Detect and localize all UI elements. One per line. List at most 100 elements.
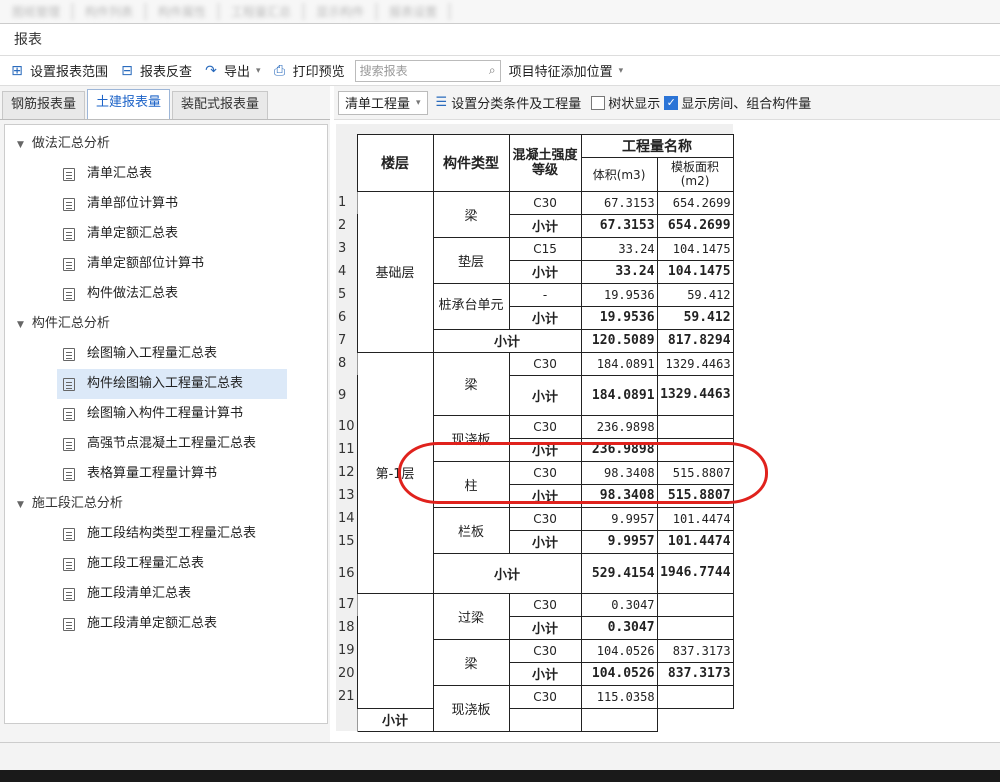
row-number: 4 (336, 260, 358, 283)
top-strip-item[interactable]: 显示构件 (304, 3, 378, 20)
tree-group[interactable]: ▼ 做法汇总分析 (5, 129, 327, 159)
grade-cell: 小计 (356, 707, 434, 732)
top-strip-item[interactable]: 工程量汇总 (219, 3, 305, 20)
header-formwork[interactable]: 模板面积(m2) (656, 156, 734, 192)
tree-display-checkbox[interactable]: 树状显示 (591, 93, 660, 112)
export-button[interactable]: ↷ 导出 ▾ (202, 61, 261, 81)
table-search-icon: ⊟ (121, 62, 133, 79)
table-row[interactable]: 1 基础层 梁 C30 67.3153 654.2699 (336, 190, 734, 353)
top-strip-item[interactable]: 构件列表 (73, 3, 147, 20)
tree-group-label: 施工段汇总分析 (31, 496, 123, 511)
tree-group[interactable]: ▼ 施工段汇总分析 (5, 489, 327, 519)
header-volume[interactable]: 体积(m3) (580, 156, 658, 192)
show-rooms-label: 显示房间、组合构件量 (681, 97, 812, 112)
row-number: 5 (336, 283, 358, 306)
grade-cell: C30 (508, 190, 582, 215)
row-number (336, 708, 358, 731)
table-row[interactable]: 17 过梁 C30 0.3047 (336, 592, 734, 709)
top-strip-item[interactable]: 构件属性 (146, 3, 220, 20)
chevron-down-icon: ▾ (416, 97, 421, 108)
header-type[interactable]: 构件类型 (432, 133, 510, 192)
tree-item[interactable]: 施工段工程量汇总表 (5, 549, 327, 579)
tree-item[interactable]: 施工段清单定额汇总表 (5, 609, 327, 639)
tab-prefab[interactable]: 装配式报表量 (172, 91, 269, 119)
tree-item-label: 施工段清单汇总表 (87, 586, 192, 601)
volume-cell: 98.3408 (580, 460, 658, 485)
checkbox-unchecked[interactable] (591, 95, 606, 110)
document-icon (63, 557, 75, 571)
grade-cell: - (508, 282, 582, 307)
report-grid: 楼层 构件类型 混凝土强度等级 工程量名称 体积(m3) 模板面积(m2) 1 … (336, 124, 1000, 742)
header-grade[interactable]: 混凝土强度等级 (508, 133, 582, 192)
header-floor[interactable]: 楼层 (356, 133, 434, 192)
reverse-lookup-button[interactable]: ⊟ 报表反查 (118, 61, 192, 81)
grade-cell: C30 (508, 684, 582, 709)
formwork-cell (656, 615, 734, 640)
document-icon (63, 587, 75, 601)
collapse-arrow-icon[interactable]: ▼ (17, 140, 24, 150)
row-number: 15 (336, 530, 358, 553)
table-row[interactable]: 8 第-1层 梁 C30 184.0891 1329.4463 (336, 351, 734, 594)
document-icon (63, 347, 75, 361)
tree-item[interactable]: 构件做法汇总表 (5, 279, 327, 309)
formwork-cell: 654.2699 (656, 213, 734, 238)
header-qty-name[interactable]: 工程量名称 (580, 133, 734, 158)
document-icon (63, 437, 75, 451)
feature-position-dropdown[interactable]: 项目特征添加位置 ▾ (509, 61, 624, 80)
volume-cell: 104.0526 (580, 661, 658, 686)
tree-group[interactable]: ▼ 构件汇总分析 (5, 309, 327, 339)
tab-rebar[interactable]: 钢筋报表量 (2, 91, 86, 119)
volume-cell: 19.9536 (580, 282, 658, 307)
quantity-type-dropdown[interactable]: 清单工程量 ▾ (338, 90, 428, 115)
tree-item[interactable]: 清单定额部位计算书 (5, 249, 327, 279)
set-conditions-button[interactable]: ☰ 设置分类条件及工程量 (436, 93, 582, 112)
formwork-cell: 515.8807 (656, 460, 734, 485)
row-number: 11 (336, 438, 358, 461)
chevron-down-icon: ▾ (618, 65, 624, 76)
grade-cell: 小计 (508, 374, 582, 416)
row-number: 18 (336, 616, 358, 639)
checkbox-checked-icon[interactable]: ✓ (664, 95, 679, 110)
grade-cell: 小计 (508, 661, 582, 686)
report-list-pane: 钢筋报表量 土建报表量 装配式报表量 ▼ 做法汇总分析 清单汇总表 清单部位计算书… (0, 86, 330, 742)
collapse-arrow-icon[interactable]: ▼ (17, 500, 24, 510)
tree-item[interactable]: 清单汇总表 (5, 159, 327, 189)
formwork-cell: 817.8294 (656, 328, 734, 353)
row-number: 7 (336, 329, 358, 352)
tree-item[interactable]: 施工段结构类型工程量汇总表 (5, 519, 327, 549)
top-strip-item[interactable]: 图纸管理 (0, 3, 74, 20)
set-conditions-label: 设置分类条件及工程量 (451, 97, 582, 112)
show-rooms-checkbox[interactable]: ✓ 显示房间、组合构件量 (664, 93, 811, 112)
formwork-cell: 1329.4463 (656, 374, 734, 416)
tree-item[interactable]: 施工段清单汇总表 (5, 579, 327, 609)
floor-subtotal-label: 小计 (432, 552, 582, 594)
tree-item-selected[interactable]: 构件绘图输入工程量汇总表 (57, 369, 287, 399)
print-preview-button[interactable]: ⎙ 打印预览 (271, 61, 345, 81)
status-bar (0, 742, 1000, 770)
formwork-cell: 1946.7744 (656, 552, 734, 594)
tree-item[interactable]: 绘图输入构件工程量计算书 (5, 399, 327, 429)
tab-civil[interactable]: 土建报表量 (87, 89, 171, 119)
chevron-down-icon[interactable]: ▾ (256, 66, 261, 76)
search-input[interactable]: 搜索报表 ⌕ (354, 59, 501, 82)
set-range-button[interactable]: ⊞ 设置报表范围 (8, 61, 108, 81)
grade-cell: C15 (508, 236, 582, 261)
grade-cell: 小计 (508, 615, 582, 640)
tree-item-label: 高强节点混凝土工程量汇总表 (87, 436, 257, 451)
formwork-cell: 1329.4463 (656, 351, 734, 376)
tree-item-label: 表格算量工程量计算书 (87, 466, 218, 481)
document-icon (63, 407, 75, 421)
tree-group-label: 构件汇总分析 (31, 316, 110, 331)
tree-item[interactable]: 高强节点混凝土工程量汇总表 (5, 429, 327, 459)
collapse-arrow-icon[interactable]: ▼ (17, 320, 24, 330)
tree-item[interactable]: 清单定额汇总表 (5, 219, 327, 249)
volume-cell: 184.0891 (580, 374, 658, 416)
floor-cell (356, 592, 434, 709)
search-icon[interactable]: ⌕ (489, 63, 496, 78)
table-row[interactable]: 小计 (336, 707, 733, 732)
tree-item[interactable]: 绘图输入工程量汇总表 (5, 339, 327, 369)
top-strip-item[interactable]: 报表设置 (377, 3, 451, 20)
taskbar-strip (0, 770, 1000, 782)
tree-item[interactable]: 表格算量工程量计算书 (5, 459, 327, 489)
tree-item[interactable]: 清单部位计算书 (5, 189, 327, 219)
